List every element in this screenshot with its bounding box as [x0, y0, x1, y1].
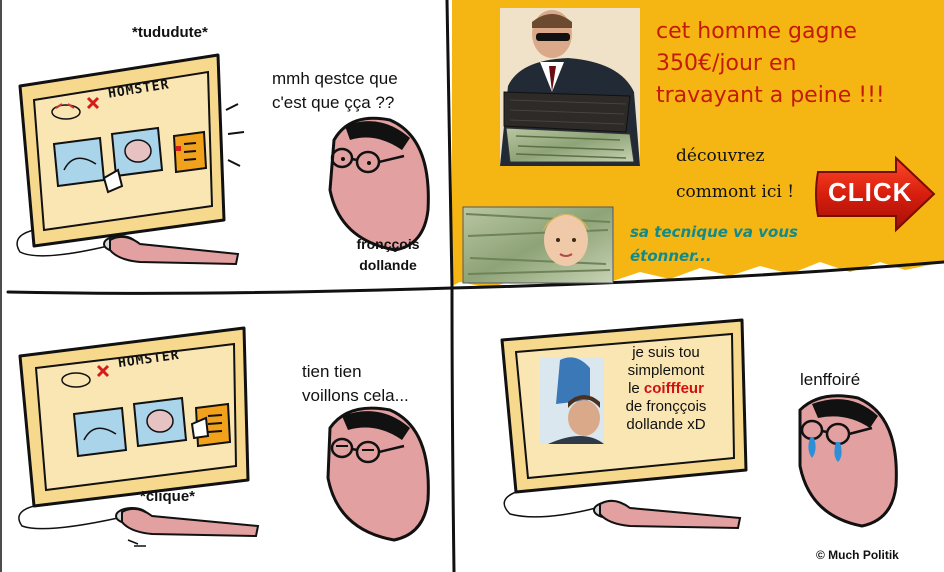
character-head-panel4 [798, 394, 898, 528]
character-head-panel3 [326, 406, 430, 542]
tv-text-line-1: je suis tou [632, 344, 700, 361]
ad-teaser-text: sa tecnique va vous étonner... [630, 220, 798, 268]
ad-man-photo [500, 8, 640, 166]
speech-text-panel3: tien tien voillons cela... [302, 360, 409, 408]
click-button[interactable]: CLICK [828, 177, 912, 208]
ad-headline-line-1: cet homme gagne [656, 19, 857, 44]
character-name-line-1: fronççois [356, 236, 420, 252]
character-head-panel1 [328, 116, 430, 252]
thought-line-1: mmh qestce que [272, 69, 398, 88]
copyright-credit: © Much Politik [816, 548, 899, 562]
speech-line-2: voillons cela... [302, 386, 409, 405]
thought-text-panel1: mmh qestce que c'est que çça ?? [272, 67, 398, 115]
ad-headline: cet homme gagne 350€/jour en travayant a… [656, 16, 885, 112]
character-name-caption: fronççois dollande [346, 234, 430, 276]
speech-line-1: tien tien [302, 362, 362, 381]
ad-teaser-line-1: sa tecnique va vous [630, 223, 798, 241]
speech-text-panel4: lenffoiré [800, 370, 861, 389]
sound-effect-clique: *clique* [140, 488, 196, 505]
tv-text-highlight: coifffeur [643, 380, 704, 397]
comic-strip: *tududute* HOMSTER mmh qestce que c'est … [0, 0, 944, 572]
tv-text-line-5: dollande xD [626, 416, 706, 433]
ad-headline-line-3: travayant a peine !!! [656, 83, 885, 108]
tv-text-line-3: le coifffeur [606, 380, 726, 398]
sound-effect-tududute: *tududute* [132, 24, 208, 41]
tv-text-prefix: le [628, 380, 644, 397]
ad-face-photo [462, 206, 614, 284]
character-name-line-2: dollande [359, 257, 417, 273]
tv-screen-text: je suis tou simplemont le coifffeur de f… [606, 344, 726, 434]
ad-headline-line-2: 350€/jour en [656, 51, 797, 76]
ad-how-here-text: commont ici ! [676, 182, 795, 202]
tv-text-line-2: simplemont [627, 362, 705, 379]
ad-teaser-line-2: étonner... [630, 247, 712, 265]
ad-discover-text: découvrez [676, 146, 765, 166]
tv-text-line-4: de fronççois [625, 398, 707, 415]
thought-line-2: c'est que çça ?? [272, 93, 395, 112]
